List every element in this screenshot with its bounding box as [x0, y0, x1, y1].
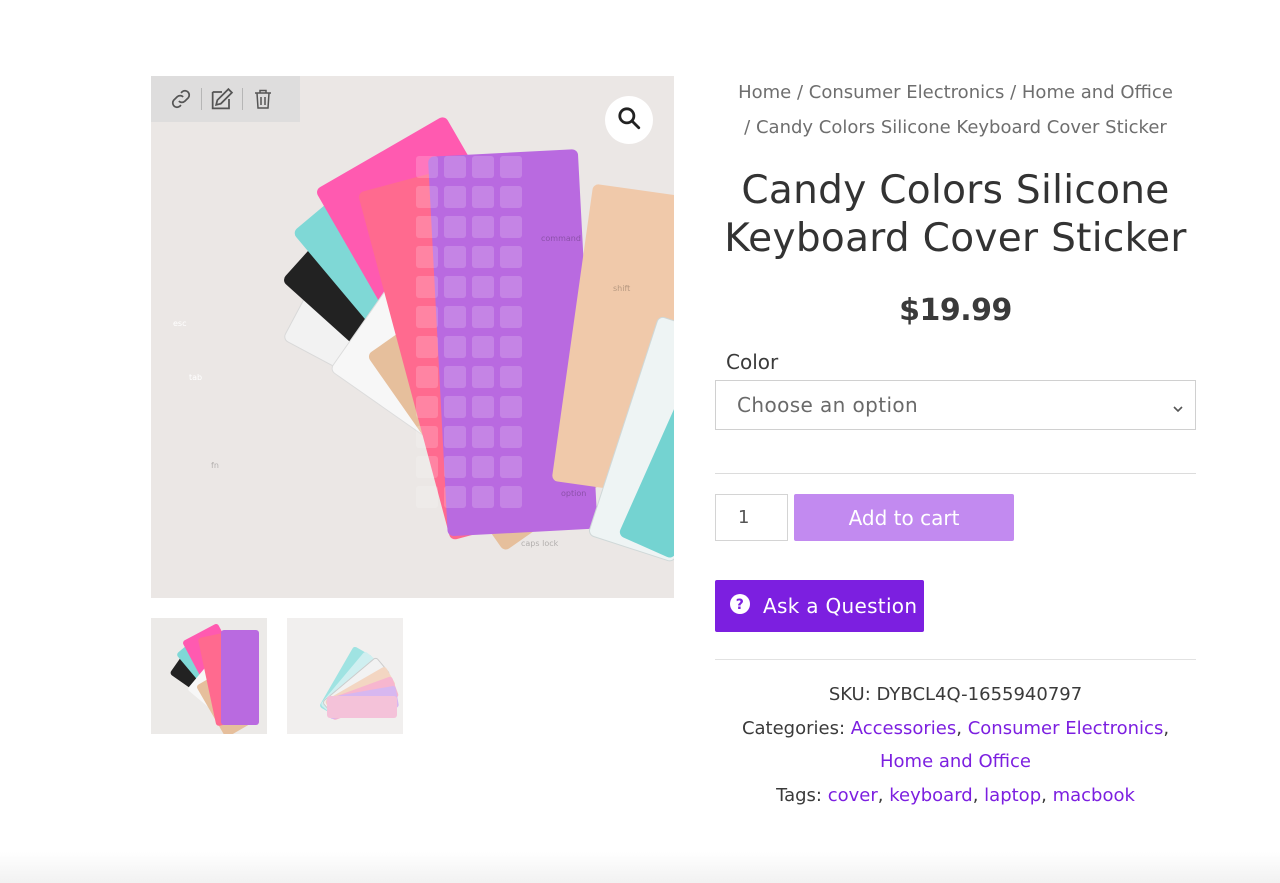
sku-label: SKU: — [828, 684, 871, 705]
product-meta: SKU: DYBCL4Q-1655940797 Categories: Acce… — [715, 678, 1196, 813]
magnifier-icon — [616, 105, 642, 135]
ask-question-label: Ask a Question — [763, 594, 918, 618]
breadcrumb: Home / Consumer Electronics / Home and O… — [715, 76, 1196, 145]
trash-icon[interactable] — [243, 76, 283, 122]
thumbnail-strip — [151, 618, 674, 734]
svg-text:esc: esc — [173, 319, 187, 328]
add-to-cart-row: 1 Add to cart — [715, 494, 1196, 541]
edit-icon[interactable] — [202, 76, 242, 122]
svg-text:command: command — [541, 234, 581, 243]
quantity-input[interactable]: 1 — [715, 494, 788, 541]
svg-text:fn: fn — [211, 461, 219, 470]
svg-text:option: option — [561, 489, 586, 498]
link-icon[interactable] — [161, 76, 201, 122]
sku-value: DYBCL4Q-1655940797 — [876, 684, 1083, 705]
tag-link-cover[interactable]: cover — [828, 785, 878, 806]
divider — [715, 473, 1196, 474]
divider — [715, 659, 1196, 660]
breadcrumb-current: Candy Colors Silicone Keyboard Cover Sti… — [755, 116, 1167, 138]
thumbnail-1[interactable] — [151, 618, 267, 734]
ask-question-button[interactable]: ? Ask a Question — [715, 580, 924, 632]
breadcrumb-separator: / — [744, 116, 756, 138]
svg-text:tab: tab — [189, 373, 202, 382]
product-price: $19.99 — [899, 293, 1012, 328]
zoom-button[interactable] — [605, 96, 653, 144]
svg-text:?: ? — [736, 597, 744, 613]
breadcrumb-separator: / — [791, 82, 809, 103]
categories-row: Categories: Accessories, Consumer Electr… — [741, 717, 1170, 773]
svg-text:shift: shift — [613, 284, 630, 293]
breadcrumb-home-and-office[interactable]: Home and Office — [1022, 82, 1173, 103]
tag-link-laptop[interactable]: laptop — [984, 785, 1041, 806]
thumbnail-2[interactable] — [287, 618, 403, 734]
main-product-image[interactable]: esc tab shift fn command caps lock optio… — [151, 76, 674, 598]
tag-link-keyboard[interactable]: keyboard — [889, 785, 973, 806]
color-label: Color — [726, 350, 779, 374]
categories-label: Categories: — [741, 717, 846, 739]
color-select[interactable]: Choose an option — [715, 380, 1196, 430]
product-summary: Home / Consumer Electronics / Home and O… — [715, 76, 1196, 813]
bottom-fade — [0, 852, 1280, 883]
svg-text:caps lock: caps lock — [521, 539, 559, 548]
category-link-consumer-electronics[interactable]: Consumer Electronics — [968, 718, 1164, 739]
sku-row: SKU: DYBCL4Q-1655940797 — [715, 678, 1196, 712]
breadcrumb-separator: / — [1004, 82, 1022, 103]
breadcrumb-home[interactable]: Home — [738, 82, 791, 103]
image-admin-toolbar — [151, 76, 300, 122]
keyboard-covers-image: esc tab shift fn command caps lock optio… — [151, 76, 674, 598]
category-link-accessories[interactable]: Accessories — [851, 718, 957, 739]
chevron-down-icon — [1171, 397, 1185, 421]
breadcrumb-consumer-electronics[interactable]: Consumer Electronics — [809, 82, 1005, 103]
add-to-cart-button[interactable]: Add to cart — [794, 494, 1014, 541]
tags-row: Tags: cover, keyboard, laptop, macbook — [776, 785, 1135, 807]
color-select-value: Choose an option — [737, 393, 919, 417]
tags-label: Tags: — [776, 785, 822, 807]
category-link-home-and-office[interactable]: Home and Office — [880, 751, 1031, 772]
product-gallery: esc tab shift fn command caps lock optio… — [151, 76, 674, 734]
question-circle-icon: ? — [729, 593, 751, 620]
product-title: Candy Colors Silicone Keyboard Cover Sti… — [724, 168, 1187, 261]
tag-link-macbook[interactable]: macbook — [1053, 785, 1135, 806]
